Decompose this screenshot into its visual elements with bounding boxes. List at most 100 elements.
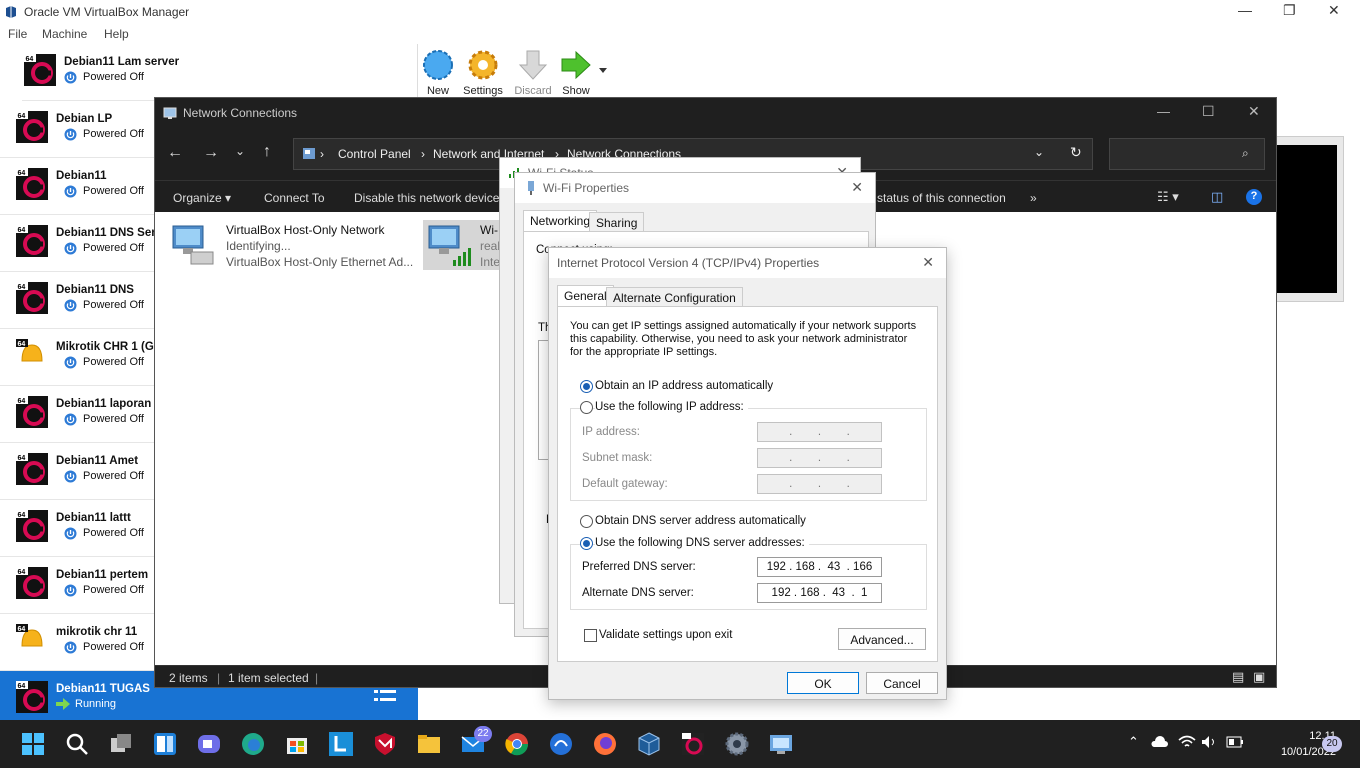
show-button[interactable]: Show bbox=[552, 46, 600, 97]
breadcrumb-control-panel[interactable]: Control Panel bbox=[338, 147, 411, 161]
help-icon[interactable]: ? bbox=[1246, 189, 1262, 205]
nc-maximize-button[interactable]: ☐ bbox=[1202, 103, 1215, 120]
advanced-button[interactable]: Advanced... bbox=[838, 628, 926, 650]
dns-auto-label: Obtain DNS server address automatically bbox=[595, 515, 806, 527]
menu-machine[interactable]: Machine bbox=[42, 27, 87, 41]
svg-text:64: 64 bbox=[18, 626, 26, 633]
minimize-button[interactable]: — bbox=[1238, 2, 1252, 18]
firefox-icon[interactable] bbox=[593, 732, 617, 756]
view-options-icon[interactable]: ☷ ▾ bbox=[1157, 189, 1179, 205]
search-icon: ⌕ bbox=[1242, 146, 1249, 160]
wifi-props-close-button[interactable]: ✕ bbox=[851, 179, 863, 196]
more-commands-button[interactable]: » bbox=[1030, 191, 1037, 205]
widgets-icon[interactable] bbox=[153, 732, 177, 756]
nc-close-button[interactable]: ✕ bbox=[1248, 103, 1260, 120]
chrome-icon[interactable] bbox=[505, 732, 529, 756]
default-gateway-field[interactable]: . . . bbox=[757, 474, 882, 494]
forward-arrow-icon[interactable]: → bbox=[203, 144, 219, 162]
settings-taskbar-icon[interactable] bbox=[725, 732, 749, 756]
dns-manual-label: Use the following DNS server addresses: bbox=[595, 537, 809, 549]
search-icon[interactable] bbox=[65, 732, 89, 756]
taskbar: 22 ⌃ 12.11 10/01/2022 20 bbox=[0, 720, 1360, 768]
maximize-button[interactable]: ❐ bbox=[1283, 2, 1296, 19]
dns-auto-radio[interactable] bbox=[580, 515, 593, 528]
vm-name: Mikrotik CHR 1 (G bbox=[56, 341, 154, 353]
preferred-dns-field[interactable]: 192 . 168 . 43 . 166 bbox=[757, 557, 882, 577]
wifi-tray-icon[interactable] bbox=[1178, 735, 1196, 749]
onedrive-cloud-icon[interactable] bbox=[1150, 736, 1168, 748]
alternate-dns-field[interactable]: 192 . 168 . 43 . 1 bbox=[757, 583, 882, 603]
ipv4-description: You can get IP settings assigned automat… bbox=[570, 320, 917, 358]
network-connections-taskbar-icon[interactable] bbox=[769, 732, 793, 756]
recent-chevron-down-icon[interactable]: ⌄ bbox=[235, 144, 245, 158]
l-app-icon[interactable] bbox=[329, 732, 353, 756]
file-explorer-icon[interactable] bbox=[417, 732, 441, 756]
debian-vm-taskbar-icon[interactable] bbox=[681, 732, 705, 756]
vm-menu-icon[interactable] bbox=[374, 689, 396, 703]
tray-chevron-up-icon[interactable]: ⌃ bbox=[1128, 734, 1139, 750]
preview-pane-icon[interactable]: ◫ bbox=[1211, 189, 1223, 205]
validate-checkbox[interactable] bbox=[584, 629, 597, 642]
svg-text:64: 64 bbox=[18, 512, 26, 519]
vm-item[interactable]: 64 Debian11 Lam server Powered Off bbox=[22, 44, 418, 101]
wifi-props-title: Wi-Fi Properties bbox=[543, 181, 630, 195]
tiles-view-icon[interactable]: ▣ bbox=[1253, 669, 1265, 685]
vm-state: Powered Off bbox=[83, 527, 144, 539]
edge-browser-icon[interactable] bbox=[241, 732, 265, 756]
mcafee-shield-icon[interactable] bbox=[373, 732, 397, 756]
breadcrumb-sep: › bbox=[320, 147, 324, 161]
view-status-button[interactable]: status of this connection bbox=[877, 191, 1006, 205]
settings-button[interactable]: Settings bbox=[459, 46, 507, 97]
svg-text:64: 64 bbox=[18, 341, 26, 348]
breadcrumb-sep: › bbox=[421, 147, 425, 161]
address-dropdown-icon[interactable]: ⌄ bbox=[1034, 145, 1044, 159]
ok-button[interactable]: OK bbox=[787, 672, 859, 694]
vm-name: Debian11 TUGAS bbox=[56, 683, 150, 695]
connection-item-wifi[interactable]: Wi- real Inte bbox=[423, 220, 503, 270]
task-view-icon[interactable] bbox=[109, 732, 133, 756]
new-star-icon bbox=[423, 50, 453, 80]
menu-file[interactable]: File bbox=[8, 27, 27, 41]
show-dropdown-icon[interactable] bbox=[599, 68, 607, 74]
menu-help[interactable]: Help bbox=[104, 27, 129, 41]
ip-auto-radio[interactable] bbox=[580, 380, 593, 393]
ipv4-close-button[interactable]: ✕ bbox=[922, 254, 934, 271]
subnet-mask-field[interactable]: . . . bbox=[757, 448, 882, 468]
new-button[interactable]: New bbox=[414, 46, 462, 97]
show-arrow-icon bbox=[561, 50, 591, 80]
battery-icon[interactable] bbox=[1226, 736, 1244, 748]
wifi-props-title-bar: Wi-Fi Properties ✕ bbox=[515, 173, 875, 203]
debian-os-icon: 64 bbox=[16, 510, 48, 542]
refresh-icon[interactable]: ↻ bbox=[1070, 144, 1082, 161]
back-arrow-icon[interactable]: ← bbox=[167, 144, 183, 162]
vm-name: Debian11 laporan bbox=[56, 398, 152, 410]
microsoft-store-icon[interactable] bbox=[285, 732, 309, 756]
vm-state: Powered Off bbox=[83, 242, 144, 254]
organize-button[interactable]: Organize ▾ bbox=[173, 191, 231, 205]
close-button[interactable]: ✕ bbox=[1328, 2, 1340, 19]
cancel-button[interactable]: Cancel bbox=[866, 672, 938, 694]
tab-alternate-configuration[interactable]: Alternate Configuration bbox=[606, 287, 743, 307]
search-input[interactable]: ⌕ bbox=[1109, 138, 1265, 170]
volume-icon[interactable] bbox=[1201, 735, 1217, 749]
dns-manual-radio[interactable] bbox=[580, 537, 593, 550]
vm-name: Debian11 bbox=[56, 170, 107, 182]
svg-text:64: 64 bbox=[18, 284, 26, 291]
connect-to-button[interactable]: Connect To bbox=[264, 191, 325, 205]
ip-address-field[interactable]: . . . bbox=[757, 422, 882, 442]
ip-manual-radio[interactable] bbox=[580, 401, 593, 414]
notification-badge[interactable]: 20 bbox=[1322, 736, 1342, 752]
blue-app-icon[interactable] bbox=[549, 732, 573, 756]
tab-sharing[interactable]: Sharing bbox=[589, 212, 645, 232]
disable-device-button[interactable]: Disable this network device bbox=[354, 191, 499, 205]
details-view-icon[interactable]: ▤ bbox=[1232, 669, 1244, 685]
power-off-icon bbox=[64, 413, 77, 426]
up-arrow-icon[interactable]: ↑ bbox=[263, 143, 271, 161]
start-windows-icon[interactable] bbox=[22, 733, 44, 755]
nc-minimize-button[interactable]: — bbox=[1157, 104, 1170, 119]
tab-networking[interactable]: Networking bbox=[523, 210, 598, 232]
discard-button[interactable]: Discard bbox=[509, 46, 557, 97]
teams-chat-icon[interactable] bbox=[197, 732, 221, 756]
connection-item-virtualbox[interactable]: VirtualBox Host-Only Network Identifying… bbox=[169, 220, 419, 270]
virtualbox-taskbar-icon[interactable] bbox=[637, 732, 661, 756]
